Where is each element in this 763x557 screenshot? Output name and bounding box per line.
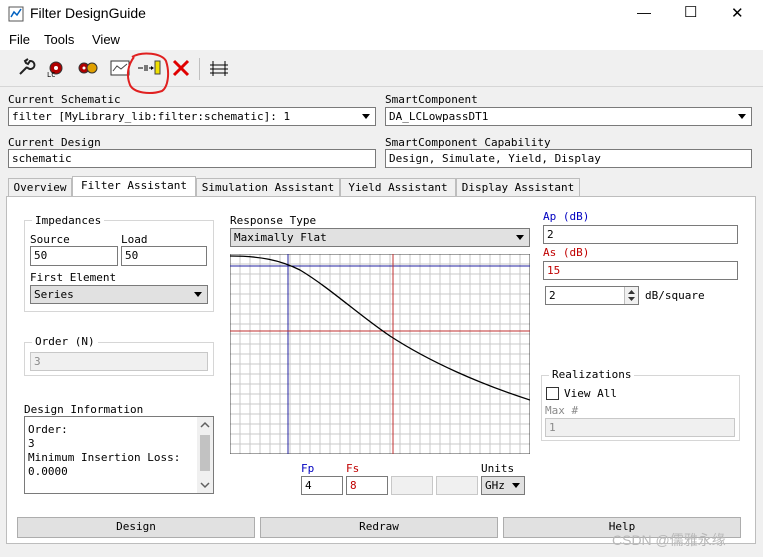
design-info-line: 0.0000 [28,465,68,478]
toolbar: LC [0,50,763,94]
scroll-up-icon[interactable] [200,421,210,429]
spinner-buttons[interactable] [624,287,638,304]
units-label: Units [481,462,515,475]
smartcomponent-value: DA_LCLowpassDT1 [389,110,489,123]
design-info-scrollbar[interactable] [197,417,213,493]
design-info-textarea[interactable]: Order: 3 Minimum Insertion Loss: 0.0000 [24,416,214,494]
fp-label: Fp [301,462,315,475]
title-bar: Filter DesignGuide — ☐ ✕ [0,0,763,28]
units-value: GHz [485,479,505,492]
first-element-select[interactable]: Series [30,285,208,304]
grid-icon[interactable] [207,56,231,80]
capability-label: SmartComponent Capability [385,136,551,149]
max-field[interactable]: 1 [545,418,735,437]
design-info-text: Order: 3 Minimum Insertion Loss: 0.0000 [28,423,180,479]
units-select[interactable]: GHz [481,476,525,495]
current-design-label: Current Design [8,136,101,149]
source-field[interactable]: 50 [30,246,118,266]
close-button[interactable]: ✕ [731,4,744,22]
fs-field[interactable]: 8 [346,476,388,495]
design-info-line: Minimum Insertion Loss: [28,451,181,464]
source-label: Source [30,233,70,246]
impedances-title: Impedances [32,214,105,227]
view-all-checkbox[interactable] [546,387,559,400]
slope-value: 2 [549,289,556,302]
realizations-title: Realizations [549,368,635,381]
order-field[interactable]: 3 [30,352,208,371]
current-design-field[interactable]: schematic [8,149,376,168]
ap-field[interactable]: 2 [543,225,738,244]
gear-multi-icon[interactable] [76,56,100,80]
current-schematic-label: Current Schematic [8,93,121,106]
menu-bar: File Tools View [0,28,763,50]
slope-unit: dB/square [645,289,705,302]
chevron-down-icon [516,235,524,240]
design-info-line: Order: [28,423,68,436]
design-button[interactable]: Design [17,517,255,538]
order-label: Order (N) [32,335,98,348]
view-all-label: View All [564,387,617,400]
first-element-value: Series [34,288,74,301]
spin-up-icon[interactable] [627,288,636,295]
delete-icon[interactable] [169,56,193,80]
response-type-value: Maximally Flat [234,231,327,244]
chevron-down-icon [512,483,520,488]
wrench-icon[interactable] [14,56,38,80]
smartcomponent-label: SmartComponent [385,93,478,106]
maximize-button[interactable]: ☐ [684,3,697,21]
plot-grid [230,254,530,454]
first-element-label: First Element [30,271,117,284]
as-label: As (dB) [543,246,590,259]
svg-text:LC: LC [47,71,55,78]
chevron-down-icon [738,114,746,119]
watermark: CSDN @儒雅永缘 [612,532,726,548]
tab-yield-assistant[interactable]: Yield Assistant [340,178,456,196]
smartcomponent-select[interactable]: DA_LCLowpassDT1 [385,107,752,126]
fs-label: Fs [346,462,360,475]
scrollbar-thumb[interactable] [200,435,210,471]
response-plot [230,254,530,454]
toolbar-separator [199,58,200,80]
chevron-down-icon [194,292,202,297]
freq-field-4[interactable] [436,476,478,495]
max-label: Max # [545,404,579,417]
tab-display-assistant[interactable]: Display Assistant [456,178,580,196]
menu-view[interactable]: View [92,32,120,47]
design-info-label: Design Information [24,403,144,416]
load-field[interactable]: 50 [121,246,207,266]
menu-tools[interactable]: Tools [44,32,74,47]
spin-down-icon[interactable] [627,296,636,303]
tab-simulation-assistant[interactable]: Simulation Assistant [196,178,340,196]
design-info-line: 3 [28,437,35,450]
app-icon [8,6,24,22]
fp-field[interactable]: 4 [301,476,343,495]
current-schematic-value: filter [MyLibrary_lib:filter:schematic]:… [12,110,291,123]
annotation-circle [126,52,170,94]
scroll-down-icon[interactable] [200,481,210,489]
as-field[interactable]: 15 [543,261,738,280]
gear-red-icon[interactable]: LC [44,56,68,80]
menu-file[interactable]: File [9,32,30,47]
ap-label: Ap (dB) [543,210,590,223]
chevron-down-icon [362,114,370,119]
load-label: Load [121,233,148,246]
minimize-button[interactable]: — [637,4,651,20]
redraw-button[interactable]: Redraw [260,517,498,538]
response-type-select[interactable]: Maximally Flat [230,228,530,247]
response-type-label: Response Type [230,214,317,227]
window-title: Filter DesignGuide [30,5,146,21]
capability-field[interactable]: Design, Simulate, Yield, Display [385,149,752,168]
slope-spinner[interactable]: 2 [545,286,639,305]
current-schematic-select[interactable]: filter [MyLibrary_lib:filter:schematic]:… [8,107,376,126]
tab-filter-assistant[interactable]: Filter Assistant [72,176,196,197]
tab-overview[interactable]: Overview [8,178,72,196]
freq-field-3[interactable] [391,476,433,495]
